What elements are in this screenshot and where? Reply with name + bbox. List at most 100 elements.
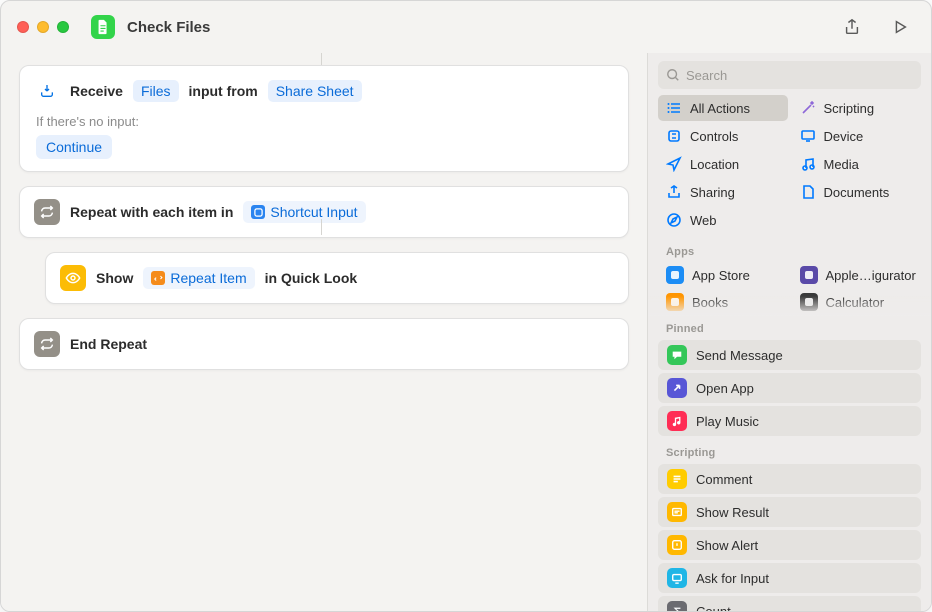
close-window-button[interactable] <box>17 21 29 33</box>
show-label: Show <box>96 270 133 286</box>
category-label: Media <box>824 157 859 172</box>
location-icon <box>666 156 682 172</box>
run-button[interactable] <box>885 13 915 41</box>
result-icon <box>667 502 687 522</box>
quick-look-icon <box>60 265 86 291</box>
item-label: Count <box>696 604 731 612</box>
repeat-label: Repeat with each item in <box>70 204 233 220</box>
apps-grid: App Store Apple…igurator Books Calculator <box>648 261 931 316</box>
category-controls[interactable]: Controls <box>658 123 788 149</box>
app-item[interactable]: Calculator <box>792 290 922 314</box>
app-item[interactable]: Books <box>658 290 788 314</box>
action-receive-input[interactable]: Receive Files input from Share Sheet If … <box>19 65 629 172</box>
show-variable[interactable]: Repeat Item <box>143 267 254 289</box>
share-button[interactable] <box>837 13 867 41</box>
app-icon <box>800 266 818 284</box>
app-label: Calculator <box>826 295 885 310</box>
no-input-continue-button[interactable]: Continue <box>36 135 112 159</box>
music-icon <box>800 156 816 172</box>
titlebar: Check Files <box>1 1 931 53</box>
pinned-list: Send Message Open App Play Music <box>648 338 931 440</box>
item-label: Send Message <box>696 348 783 363</box>
action-repeat[interactable]: Repeat with each item in Shortcut Input <box>19 186 629 238</box>
category-web[interactable]: Web <box>658 207 788 233</box>
shortcut-icon <box>91 15 115 39</box>
receive-input-from-label: input from <box>189 83 258 99</box>
receive-source-token[interactable]: Share Sheet <box>268 80 362 102</box>
pinned-item[interactable]: Send Message <box>658 340 921 370</box>
zoom-window-button[interactable] <box>57 21 69 33</box>
connector-line <box>321 219 322 235</box>
wand-icon <box>800 100 816 116</box>
scripting-header: Scripting <box>648 440 931 462</box>
category-media[interactable]: Media <box>792 151 922 177</box>
window-title: Check Files <box>127 19 210 36</box>
category-device[interactable]: Device <box>792 123 922 149</box>
category-label: Scripting <box>824 101 875 116</box>
music-icon <box>667 411 687 431</box>
app-icon <box>800 293 818 311</box>
list-icon <box>666 100 682 116</box>
receive-icon <box>34 78 60 104</box>
open-icon <box>667 378 687 398</box>
connector-line <box>321 53 322 65</box>
receive-files-token[interactable]: Files <box>133 80 179 102</box>
item-label: Ask for Input <box>696 571 769 586</box>
app-icon <box>666 293 684 311</box>
category-scripting[interactable]: Scripting <box>792 95 922 121</box>
message-icon <box>667 345 687 365</box>
scripting-item[interactable]: Count <box>658 596 921 611</box>
category-location[interactable]: Location <box>658 151 788 177</box>
apps-header: Apps <box>648 239 931 261</box>
workflow-canvas[interactable]: Receive Files input from Share Sheet If … <box>1 53 647 611</box>
app-label: Apple…igurator <box>826 268 916 283</box>
scripting-list: Comment Show Result Show Alert Ask for Inpu… <box>648 462 931 611</box>
scripting-item[interactable]: Show Result <box>658 497 921 527</box>
safari-icon <box>666 212 682 228</box>
category-grid: All Actions Scripting Controls Device Locati… <box>648 95 931 239</box>
sidebar-scroll[interactable]: All Actions Scripting Controls Device Locati… <box>648 95 931 611</box>
repeat-variable[interactable]: Shortcut Input <box>243 201 365 223</box>
category-label: Web <box>690 213 717 228</box>
pinned-item[interactable]: Play Music <box>658 406 921 436</box>
app-item[interactable]: Apple…igurator <box>792 263 922 287</box>
category-all-actions[interactable]: All Actions <box>658 95 788 121</box>
category-sharing[interactable]: Sharing <box>658 179 788 205</box>
window-controls <box>17 21 69 33</box>
end-repeat-label: End Repeat <box>70 336 147 352</box>
search-icon <box>666 68 680 82</box>
library-sidebar: All Actions Scripting Controls Device Locati… <box>647 53 931 611</box>
alert-icon <box>667 535 687 555</box>
item-label: Comment <box>696 472 752 487</box>
app-icon <box>666 266 684 284</box>
action-end-repeat[interactable]: End Repeat <box>19 318 629 370</box>
scripting-item[interactable]: Comment <box>658 464 921 494</box>
app-item[interactable]: App Store <box>658 263 788 287</box>
repeat-variable-label: Shortcut Input <box>270 204 357 220</box>
variable-badge-icon <box>151 271 165 285</box>
item-label: Show Result <box>696 505 769 520</box>
action-quick-look[interactable]: Show Repeat Item in Quick Look <box>45 252 629 304</box>
category-label: Controls <box>690 129 738 144</box>
pinned-header: Pinned <box>648 316 931 338</box>
show-variable-label: Repeat Item <box>170 270 246 286</box>
minimize-window-button[interactable] <box>37 21 49 33</box>
device-icon <box>800 128 816 144</box>
app-label: Books <box>692 295 728 310</box>
repeat-icon <box>34 199 60 225</box>
category-label: All Actions <box>690 101 750 116</box>
category-label: Location <box>690 157 739 172</box>
search-input[interactable] <box>686 68 913 83</box>
show-in-label: in Quick Look <box>265 270 358 286</box>
category-label: Documents <box>824 185 890 200</box>
search-box[interactable] <box>658 61 921 89</box>
scripting-item[interactable]: Show Alert <box>658 530 921 560</box>
window: Check Files Receive Files <box>0 0 932 612</box>
pinned-item[interactable]: Open App <box>658 373 921 403</box>
toolbar-right <box>837 13 915 41</box>
share-icon <box>666 184 682 200</box>
category-documents[interactable]: Documents <box>792 179 922 205</box>
item-label: Open App <box>696 381 754 396</box>
scripting-item[interactable]: Ask for Input <box>658 563 921 593</box>
doc-icon <box>800 184 816 200</box>
